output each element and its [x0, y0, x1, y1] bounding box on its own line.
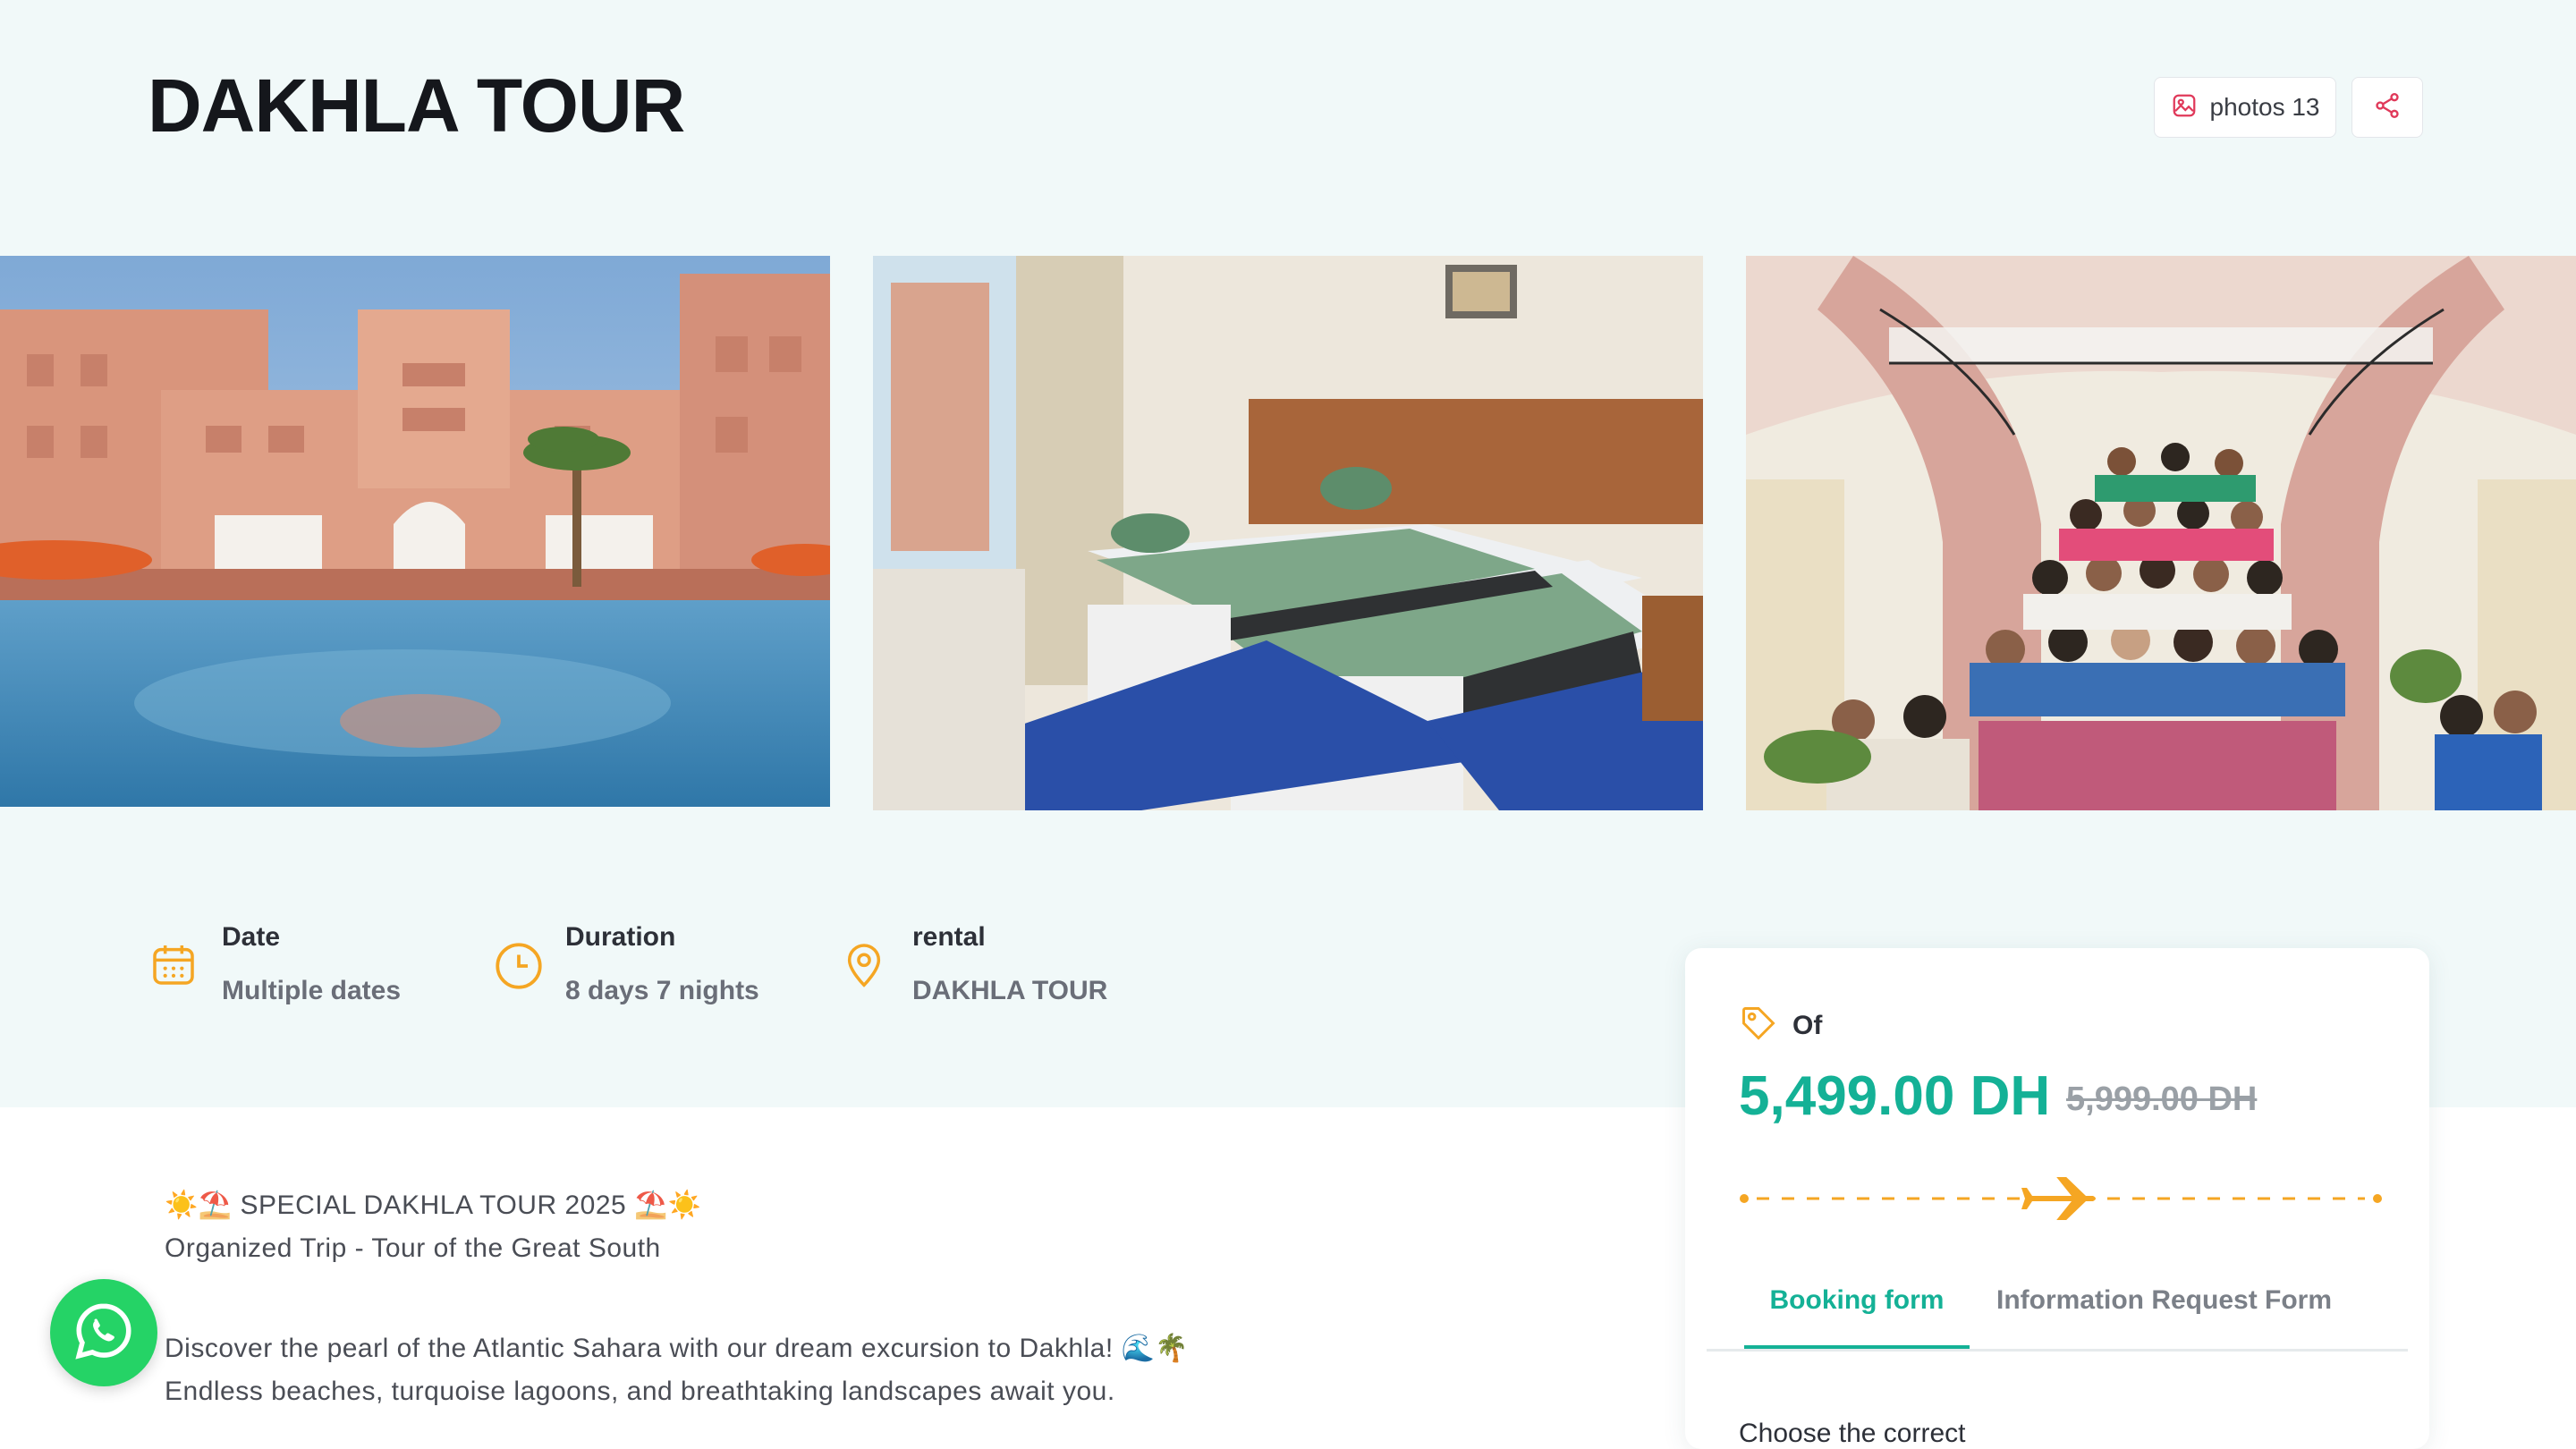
- tab-booking-form[interactable]: Booking form: [1744, 1277, 1970, 1349]
- info-date-label: Date: [222, 922, 281, 952]
- info-duration-label: Duration: [565, 922, 676, 952]
- current-price: 5,499.00 DH: [1739, 1065, 2051, 1127]
- photos-button[interactable]: photos 13: [2154, 77, 2336, 138]
- share-icon: [2373, 91, 2402, 124]
- description-subtitle: Organized Trip - Tour of the Great South: [165, 1233, 661, 1263]
- description-paragraph-2: Endless beaches, turquoise lagoons, and …: [165, 1377, 1115, 1406]
- info-duration: Duration 8 days 7 nights: [492, 921, 759, 1006]
- choose-label: Choose the correct: [1739, 1419, 1966, 1448]
- form-tabs: Booking form Information Request Form: [1707, 1277, 2408, 1352]
- price-tag-icon: [1739, 1004, 1778, 1047]
- info-rental-label: rental: [912, 922, 986, 952]
- description-paragraph-1: Discover the pearl of the Atlantic Sahar…: [165, 1334, 1190, 1363]
- old-price: 5,999.00 DH: [2066, 1080, 2258, 1118]
- info-rental: rental DAKHLA TOUR: [839, 921, 1107, 1006]
- group-photo-image[interactable]: [1746, 256, 2576, 810]
- tab-information-request-form[interactable]: Information Request Form: [1996, 1277, 2332, 1349]
- hotel-room-image[interactable]: [873, 256, 1703, 810]
- of-label: Of: [1792, 1010, 1823, 1040]
- flight-path-divider: [1739, 1174, 2383, 1224]
- page-title: DAKHLA TOUR: [148, 64, 685, 148]
- tour-description: ☀️⛱️ SPECIAL DAKHLA TOUR 2025 ⛱️☀️ Organ…: [165, 1184, 1506, 1413]
- share-button[interactable]: [2351, 77, 2423, 138]
- photos-count-label: photos 13: [2209, 93, 2320, 121]
- info-duration-value: 8 days 7 nights: [565, 976, 759, 1005]
- whatsapp-button[interactable]: [50, 1279, 157, 1386]
- info-rental-value: DAKHLA TOUR: [912, 976, 1108, 1005]
- price-of-row: Of: [1739, 1004, 1822, 1047]
- airplane-icon: [2021, 1174, 2096, 1224]
- description-headline: ☀️⛱️ SPECIAL DAKHLA TOUR 2025 ⛱️☀️: [165, 1191, 702, 1220]
- calendar-icon: [148, 939, 199, 989]
- whatsapp-icon: [71, 1298, 137, 1368]
- location-pin-icon: [839, 939, 889, 989]
- info-date: Date Multiple dates: [148, 921, 401, 1006]
- hotel-pool-image[interactable]: [0, 256, 830, 807]
- booking-card: Of 5,499.00 DH 5,999.00 DH Booking form …: [1685, 948, 2429, 1449]
- clock-icon: [492, 939, 542, 989]
- info-date-value: Multiple dates: [222, 976, 402, 1005]
- image-icon: [2171, 92, 2198, 123]
